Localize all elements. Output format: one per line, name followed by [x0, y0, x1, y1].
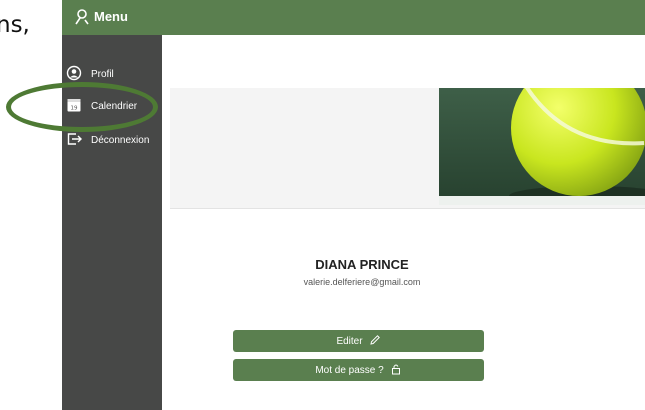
pencil-icon [369, 334, 381, 349]
tennis-ball-photo [439, 88, 645, 205]
annotation-highlight-ellipse [6, 82, 158, 132]
menu-title[interactable]: Menu [94, 9, 128, 24]
background-text: ns, [0, 12, 30, 38]
lock-icon [390, 363, 402, 378]
sidebar-item-label: Déconnexion [91, 135, 150, 146]
sidebar-item-deconnexion[interactable]: Déconnexion [62, 129, 162, 153]
password-button[interactable]: Mot de passe ? [233, 359, 484, 381]
password-button-label: Mot de passe ? [315, 364, 384, 376]
sidebar-item-label: Profil [91, 69, 114, 80]
profile-icon [66, 65, 82, 81]
logout-icon [66, 131, 82, 147]
top-bar: Menu [62, 0, 645, 35]
edit-button[interactable]: Editer [233, 330, 484, 352]
user-email: valerie.delferiere@gmail.com [303, 277, 421, 287]
menu-icon[interactable] [73, 8, 91, 26]
user-name: DIANA PRINCE [315, 257, 409, 272]
edit-button-label: Editer [336, 335, 363, 347]
